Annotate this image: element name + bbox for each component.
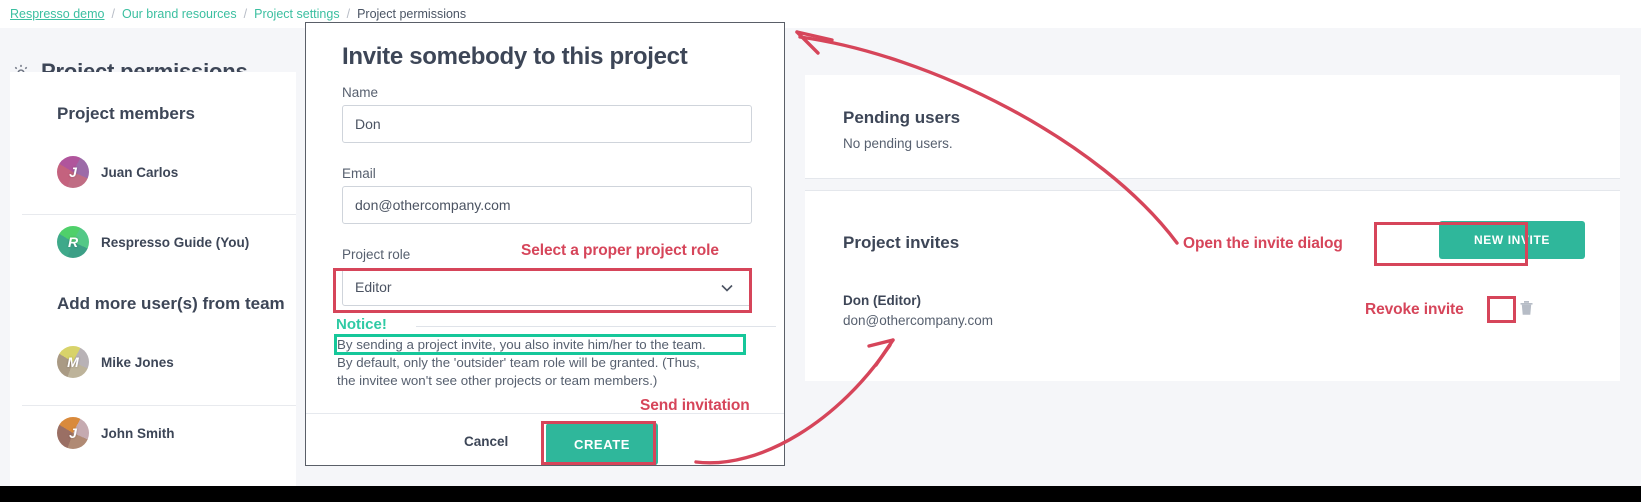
pending-users-card: Pending users No pending users.	[805, 75, 1620, 178]
invite-email: don@othercompany.com	[843, 313, 994, 328]
avatar-initial: J	[69, 164, 77, 180]
avatar-initial: J	[69, 425, 77, 441]
email-input[interactable]	[342, 186, 752, 224]
highlight-notice-line	[334, 334, 746, 355]
list-item[interactable]: R Respresso Guide (You)	[10, 214, 296, 276]
member-name: Juan Carlos	[101, 165, 179, 180]
breadcrumb-sep-2: /	[346, 7, 351, 21]
avatar: J	[57, 417, 89, 449]
app-root: Respresso demo / Our brand resources / Proje…	[0, 0, 1641, 502]
bottom-bar	[0, 486, 1641, 502]
highlight-revoke-invite	[1487, 296, 1516, 323]
name-label: Name	[342, 85, 379, 100]
dialog-title: Invite somebody to this project	[342, 43, 688, 70]
notice-heading: Notice!	[336, 316, 387, 333]
annotation-select-role: Select a proper project role	[521, 242, 719, 259]
add-more-users-heading: Add more user(s) from team	[57, 294, 285, 313]
breadcrumb-item-1[interactable]: Our brand resources	[122, 7, 237, 21]
highlight-new-invite-button	[1374, 222, 1528, 266]
member-name: Respresso Guide (You)	[101, 235, 250, 250]
avatar: R	[57, 226, 89, 258]
avatar: J	[57, 156, 89, 188]
breadcrumb-sep-0: /	[111, 7, 115, 21]
notice-line-2: By default, only the 'outsider' team rol…	[337, 355, 700, 370]
breadcrumb-item-3: Project permissions	[357, 7, 467, 21]
right-gutter	[1620, 28, 1641, 486]
member-name: John Smith	[101, 426, 175, 441]
annotation-send-invitation: Send invitation	[640, 397, 750, 414]
row-divider	[22, 214, 296, 215]
avatar: M	[57, 346, 89, 378]
list-item[interactable]: M Mike Jones	[10, 334, 296, 396]
list-item[interactable]: J John Smith	[10, 405, 296, 467]
breadcrumb-bar: Respresso demo / Our brand resources / Proje…	[0, 0, 1641, 28]
notice-rule	[416, 326, 776, 327]
name-input[interactable]	[342, 105, 752, 143]
breadcrumb-item-0[interactable]: Respresso demo	[10, 7, 105, 21]
annotation-revoke-invite: Revoke invite	[1365, 301, 1464, 318]
notice-line-3: the invitee won't see other projects or …	[337, 373, 658, 388]
row-divider	[22, 405, 296, 406]
avatar-initial: R	[67, 234, 79, 250]
page-title-bar: Project permissions	[0, 28, 1641, 84]
member-name: Mike Jones	[101, 355, 174, 370]
email-label: Email	[342, 166, 376, 181]
breadcrumb: Respresso demo / Our brand resources / Proje…	[10, 5, 466, 23]
list-item[interactable]: J Juan Carlos	[10, 144, 296, 206]
highlight-create-button	[541, 421, 656, 465]
project-members-heading: Project members	[57, 104, 195, 123]
pending-users-title: Pending users	[843, 108, 961, 127]
pending-users-empty-text: No pending users.	[843, 136, 953, 151]
breadcrumb-item-2[interactable]: Project settings	[254, 7, 339, 21]
invite-name-role: Don (Editor)	[843, 293, 921, 308]
project-invites-title: Project invites	[843, 233, 960, 252]
project-invites-card: Project invites NEW INVITE Don (Editor) …	[805, 191, 1620, 381]
trash-icon[interactable]	[1519, 299, 1534, 316]
cancel-button[interactable]: Cancel	[458, 433, 514, 450]
avatar-initial: M	[67, 354, 79, 370]
project-role-label: Project role	[342, 247, 411, 262]
annotation-open-dialog: Open the invite dialog	[1183, 235, 1343, 252]
highlight-project-role	[333, 268, 752, 313]
breadcrumb-sep-1: /	[243, 7, 248, 21]
project-members-card: Project members J Juan Carlos R Respress…	[10, 72, 296, 486]
card-divider	[805, 178, 1620, 179]
